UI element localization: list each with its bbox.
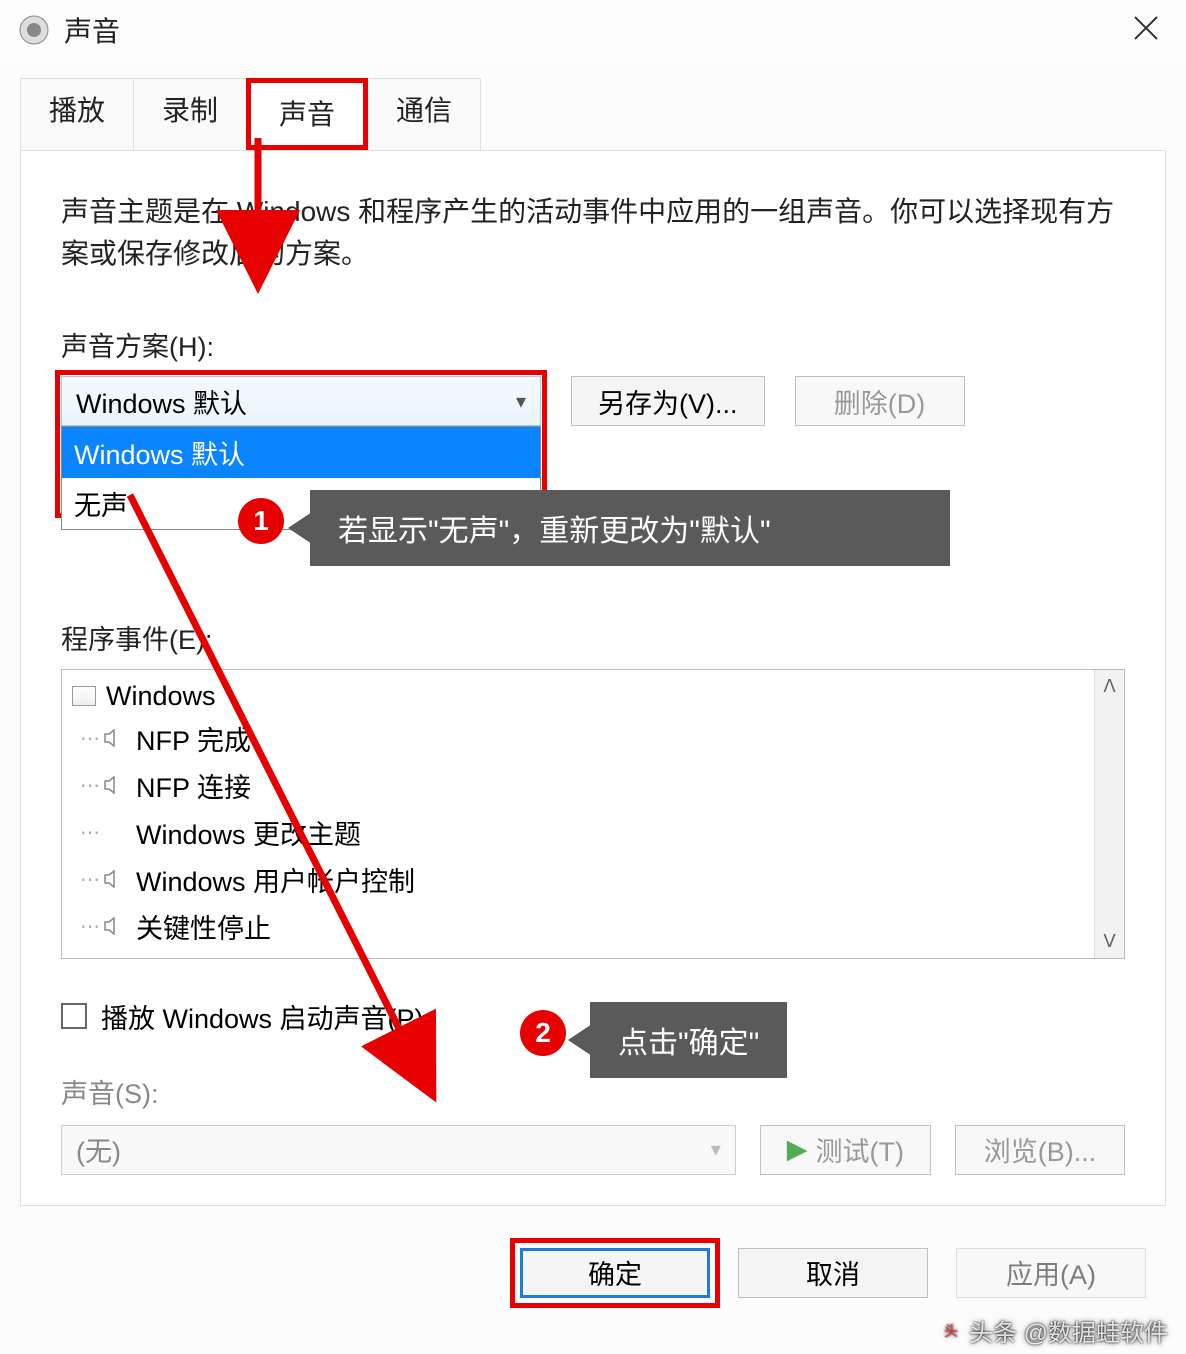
tree-item-label: 关闭程序 (136, 954, 244, 958)
tree-item-label: Windows 用户帐户控制 (136, 860, 415, 899)
tree-item[interactable]: ⋯ NFP 完成 (72, 715, 1084, 762)
svg-text:头: 头 (944, 1323, 958, 1339)
apply-button[interactable]: 应用(A) (956, 1248, 1146, 1298)
test-label: 测试(T) (816, 1130, 904, 1169)
tree-item-label: Windows 更改主题 (136, 813, 361, 852)
close-button[interactable] (1116, 12, 1176, 49)
browse-button: 浏览(B)... (955, 1125, 1125, 1175)
toutiao-icon: 头 (939, 1319, 963, 1343)
scheme-combobox[interactable]: Windows 默认 ▾ (61, 376, 541, 426)
sound-value: (无) (76, 1130, 121, 1169)
annotation-callout-1: 若显示"无声"，重新更改为"默认" (310, 490, 950, 566)
tree-item[interactable]: ⋯ 关键性停止 (72, 903, 1084, 950)
dialog-footer: 确定 取消 应用(A) (0, 1226, 1186, 1320)
chevron-down-icon: ▾ (516, 389, 526, 414)
sound-app-icon (18, 14, 50, 46)
sound-dialog-window: 声音 播放 录制 声音 通信 声音主题是在 Windows 和程序产生的活动事件… (0, 0, 1186, 1354)
tree-item-label: 关键性停止 (136, 907, 271, 946)
scroll-up-icon[interactable]: ꓥ (1103, 676, 1115, 697)
scheme-label: 声音方案(H): (61, 325, 1125, 364)
callout-arrow-icon (568, 1024, 592, 1056)
annotation-badge-2: 2 (520, 1010, 566, 1056)
tab-recording[interactable]: 录制 (133, 78, 247, 150)
tree-connector-icon: ⋯ (80, 867, 100, 892)
speaker-icon (102, 869, 126, 889)
delete-button: 删除(D) (795, 376, 965, 426)
tree-connector-icon: ⋯ (80, 820, 100, 845)
cancel-button[interactable]: 取消 (738, 1248, 928, 1298)
play-icon: ▶ (787, 1134, 808, 1165)
scheme-selected-text: Windows 默认 (76, 382, 247, 421)
callout-text-1: 若显示"无声"，重新更改为"默认" (338, 506, 771, 550)
callout-arrow-icon (288, 512, 312, 544)
annotation-callout-2: 点击"确定" (590, 1002, 787, 1078)
tab-bar: 播放 录制 声音 通信 (20, 78, 1186, 150)
scrollbar[interactable]: ꓥ ꓦ (1094, 670, 1124, 958)
startup-sound-label: 播放 Windows 启动声音(P) (101, 997, 424, 1036)
scheme-combo-wrap: Windows 默认 ▾ Windows 默认 无声 (61, 376, 541, 426)
tree-item[interactable]: ⋯ Windows 用户帐户控制 (72, 856, 1084, 903)
window-title: 声音 (64, 10, 1116, 50)
tab-communications[interactable]: 通信 (367, 78, 481, 150)
scroll-down-icon[interactable]: ꓦ (1103, 931, 1115, 952)
tree-root-windows[interactable]: Windows (72, 678, 1084, 715)
annotation-badge-1: 1 (238, 498, 284, 544)
tree-connector-icon: ⋯ (80, 726, 100, 751)
tree-root-label: Windows (106, 681, 216, 712)
tree-item[interactable]: ⋯ Windows 更改主题 (72, 809, 1084, 856)
tree-item[interactable]: ⋯ NFP 连接 (72, 762, 1084, 809)
titlebar: 声音 (0, 0, 1186, 60)
speaker-icon (102, 822, 126, 842)
scheme-option-default[interactable]: Windows 默认 (62, 427, 540, 478)
ok-button[interactable]: 确定 (520, 1248, 710, 1298)
callout-text-2: 点击"确定" (618, 1018, 759, 1062)
chevron-down-icon: ▾ (711, 1137, 721, 1162)
speaker-icon (102, 728, 126, 748)
tree-item-label: NFP 完成 (136, 719, 251, 758)
tab-sounds[interactable]: 声音 (246, 78, 368, 150)
sound-row: (无) ▾ ▶ 测试(T) 浏览(B)... (61, 1125, 1125, 1175)
tree-item-label: NFP 连接 (136, 766, 251, 805)
speaker-icon (102, 775, 126, 795)
tree-connector-icon: ⋯ (80, 773, 100, 798)
startup-sound-checkbox[interactable] (61, 1003, 87, 1029)
program-events-listbox[interactable]: Windows ⋯ NFP 完成 ⋯ NFP 连接 ⋯ Windows 更改主题 (61, 669, 1125, 959)
tree-connector-icon: ⋯ (80, 914, 100, 939)
tree-item[interactable]: ⋯ 关闭程序 (72, 950, 1084, 958)
tab-playback[interactable]: 播放 (20, 78, 134, 150)
watermark-text: 头条 @数据蛙软件 (969, 1313, 1168, 1348)
sound-combobox[interactable]: (无) ▾ (61, 1125, 736, 1175)
list-inner: Windows ⋯ NFP 完成 ⋯ NFP 连接 ⋯ Windows 更改主题 (62, 670, 1094, 958)
scheme-description: 声音主题是在 Windows 和程序产生的活动事件中应用的一组声音。你可以选择现… (61, 191, 1125, 275)
watermark: 头 头条 @数据蛙软件 (939, 1313, 1168, 1348)
close-icon (1133, 15, 1159, 41)
test-button: ▶ 测试(T) (760, 1125, 931, 1175)
window-icon (72, 686, 96, 706)
save-as-button[interactable]: 另存为(V)... (571, 376, 765, 426)
program-events-label: 程序事件(E): (61, 618, 1125, 657)
scheme-row: Windows 默认 ▾ Windows 默认 无声 另存为(V)... 删除(… (61, 376, 1125, 426)
speaker-icon (102, 916, 126, 936)
